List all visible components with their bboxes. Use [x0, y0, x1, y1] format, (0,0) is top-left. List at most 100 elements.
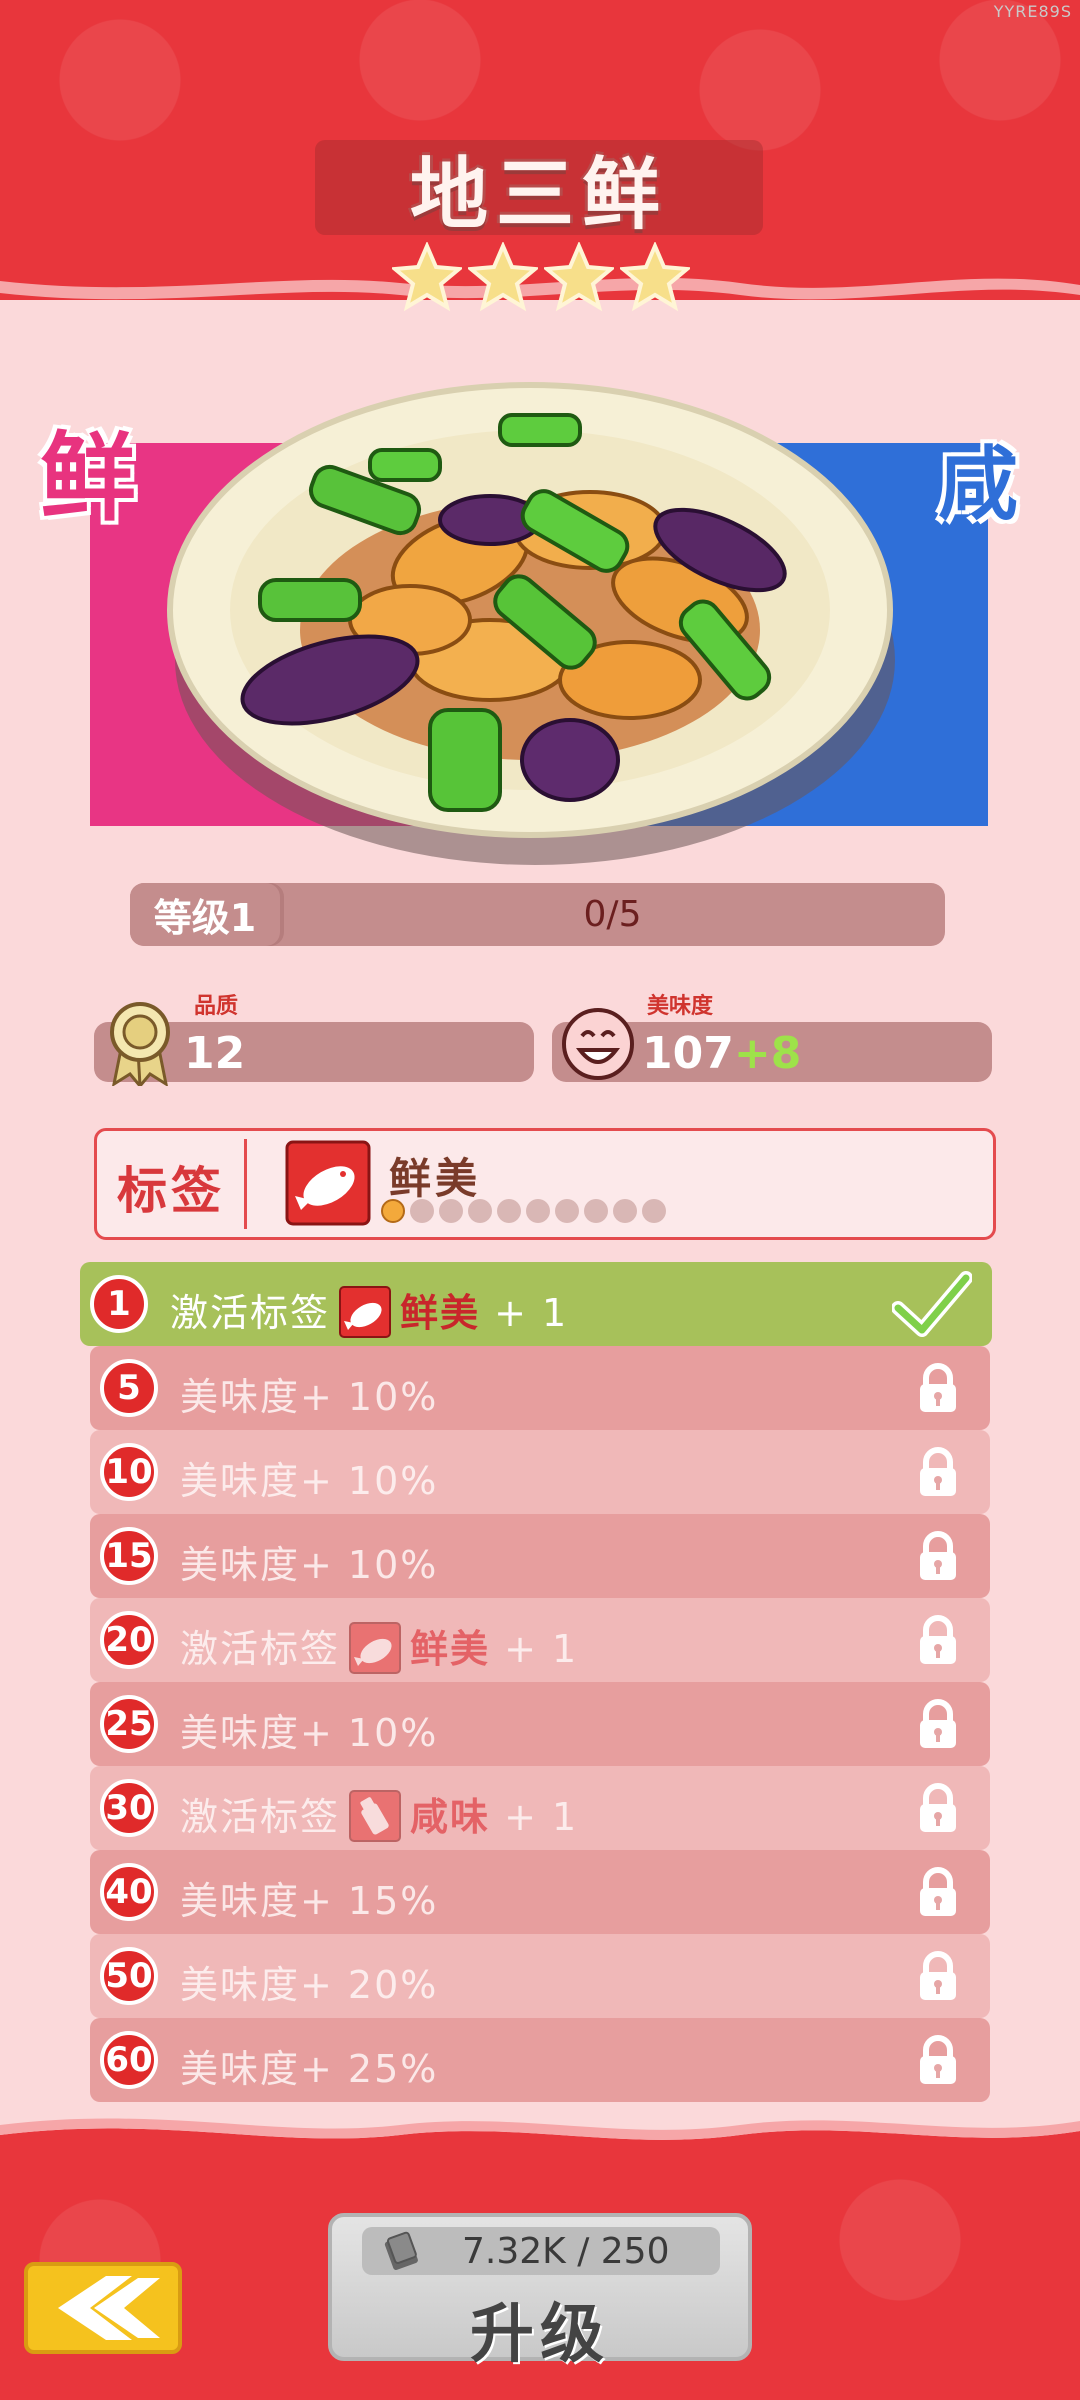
lock-icon [910, 1780, 966, 1836]
milestone-reward-text: 激活标签 [180, 1627, 341, 1671]
lock-icon [910, 1612, 966, 1668]
tastiness-value-wrap: 107+8 [642, 1028, 801, 1079]
milestone-tag-name: 鲜美 [400, 1291, 481, 1335]
milestone-reward-text: 美味度+ 10% [180, 1375, 439, 1419]
level-label-box: 等级1 [130, 883, 280, 946]
milestone-level: 40 [105, 1872, 153, 1912]
money-stack-icon [384, 2231, 418, 2270]
back-button[interactable] [24, 2262, 182, 2354]
tag-progress-dot [526, 1199, 550, 1223]
tag-progress-dot [613, 1199, 637, 1223]
milestone-level: 5 [117, 1368, 141, 1408]
quality-value: 12 [184, 1028, 246, 1079]
milestone-row: 40 美味度+ 15% [90, 1850, 990, 1934]
tastiness-stat: 美味度 107+8 [552, 994, 992, 1082]
ribbon-medal-icon [110, 1002, 170, 1086]
bottom-wave-decoration [0, 2118, 1080, 2165]
fish-tag-icon [348, 1621, 402, 1675]
upgrade-cost-bar: 7.32K / 250 [362, 2227, 720, 2275]
lock-icon [910, 2032, 966, 2088]
milestone-text: 美味度+ 10% [180, 1702, 438, 1757]
dish-title-plate: 地三鲜 [315, 140, 763, 240]
smiley-face-icon [562, 1008, 634, 1080]
tag-progress-dot [497, 1199, 521, 1223]
milestone-tag-name: 咸味 [410, 1795, 491, 1839]
milestone-row: 10 美味度+ 10% [90, 1430, 990, 1514]
milestone-text: 美味度+ 25% [180, 2038, 438, 2093]
upgrade-button[interactable]: 7.32K / 250 升级 [328, 2213, 752, 2372]
star-rating [392, 242, 690, 312]
milestone-text: 美味度+ 10% [180, 1366, 438, 1421]
back-arrow-icon [58, 2276, 160, 2340]
lock-icon [910, 1360, 966, 1416]
milestone-level: 15 [105, 1536, 153, 1576]
milestone-row: 25 美味度+ 10% [90, 1682, 990, 1766]
milestone-tag-bonus: + 1 [504, 1795, 579, 1839]
check-icon [891, 1268, 973, 1340]
lock-icon [910, 1864, 966, 1920]
milestone-level-badge: 1 [90, 1275, 148, 1333]
milestone-level: 50 [105, 1956, 153, 1996]
star-icon [392, 242, 462, 312]
milestone-level-badge: 15 [100, 1527, 158, 1585]
milestone-reward-text: 美味度+ 10% [180, 1711, 439, 1755]
milestone-level-badge: 20 [100, 1611, 158, 1669]
tastiness-caption: 美味度 [647, 994, 714, 1019]
milestone-level-badge: 60 [100, 2031, 158, 2089]
quality-stat: 品质 12 [94, 994, 534, 1086]
level-progress-text: 0/5 [583, 894, 642, 935]
milestone-level: 25 [105, 1704, 153, 1744]
milestone-text: 美味度+ 10% [180, 1450, 438, 1505]
milestone-row: 60 美味度+ 25% [90, 2018, 990, 2102]
milestone-level: 30 [105, 1788, 153, 1828]
quality-caption: 品质 [194, 994, 239, 1019]
milestone-text: 激活标签 鲜美 + 1 [170, 1282, 568, 1343]
tag-panel: 标签 鲜美 [94, 1128, 996, 1240]
star-icon [468, 242, 538, 312]
tag-progress-dot [381, 1199, 405, 1223]
milestone-row: 5 美味度+ 10% [90, 1346, 990, 1430]
lock-icon [910, 1948, 966, 2004]
milestone-level: 1 [107, 1284, 131, 1324]
dish-title: 地三鲜 [409, 149, 668, 240]
milestone-level-badge: 50 [100, 1947, 158, 2005]
milestone-level-badge: 25 [100, 1695, 158, 1753]
milestone-tag-bonus: + 1 [504, 1627, 579, 1671]
level-progress: 0/5 [280, 883, 945, 946]
fish-tag-icon[interactable] [285, 1140, 371, 1226]
dish-image [167, 382, 895, 865]
tag-progress-dots [381, 1199, 666, 1223]
lock-icon [910, 1528, 966, 1584]
tastiness-bonus: +8 [733, 1028, 802, 1079]
milestone-reward-text: 美味度+ 25% [180, 2047, 439, 2091]
milestone-row: 1 激活标签 鲜美 + 1 [80, 1262, 992, 1346]
milestone-tag-bonus: + 1 [494, 1291, 569, 1335]
milestone-reward-text: 激活标签 [170, 1291, 331, 1335]
milestone-row: 15 美味度+ 10% [90, 1514, 990, 1598]
milestone-text: 美味度+ 15% [180, 1870, 438, 1925]
milestone-list: 1 激活标签 鲜美 + 1 5 美味度+ 10% 10 美味度+ 10% 15 美味度+ 10%… [80, 1262, 992, 2102]
milestone-row: 30 激活标签 咸味 + 1 [90, 1766, 990, 1850]
tag-name: 鲜美 [389, 1154, 482, 1203]
milestone-reward-text: 美味度+ 10% [180, 1543, 439, 1587]
tag-progress-dot [410, 1199, 434, 1223]
tag-progress-dot [642, 1199, 666, 1223]
milestone-text: 美味度+ 10% [180, 1534, 438, 1589]
milestone-reward-text: 美味度+ 15% [180, 1879, 439, 1923]
milestone-text: 激活标签 鲜美 + 1 [180, 1618, 578, 1679]
star-icon [544, 242, 614, 312]
tag-progress-dot [439, 1199, 463, 1223]
milestone-reward-text: 美味度+ 20% [180, 1963, 439, 2007]
upgrade-cost: 7.32K / 250 [462, 2231, 670, 2272]
watermark: YYRE89S [993, 2, 1072, 21]
milestone-text: 激活标签 咸味 + 1 [180, 1786, 578, 1847]
milestone-level-badge: 10 [100, 1443, 158, 1501]
milestone-level: 60 [105, 2040, 153, 2080]
milestone-level: 20 [105, 1620, 153, 1660]
level-label: 等级1 [153, 896, 257, 940]
tag-progress-dot [584, 1199, 608, 1223]
milestone-row: 20 激活标签 鲜美 + 1 [90, 1598, 990, 1682]
milestone-level: 10 [105, 1452, 153, 1492]
milestone-level-badge: 30 [100, 1779, 158, 1837]
tag-progress-dot [468, 1199, 492, 1223]
